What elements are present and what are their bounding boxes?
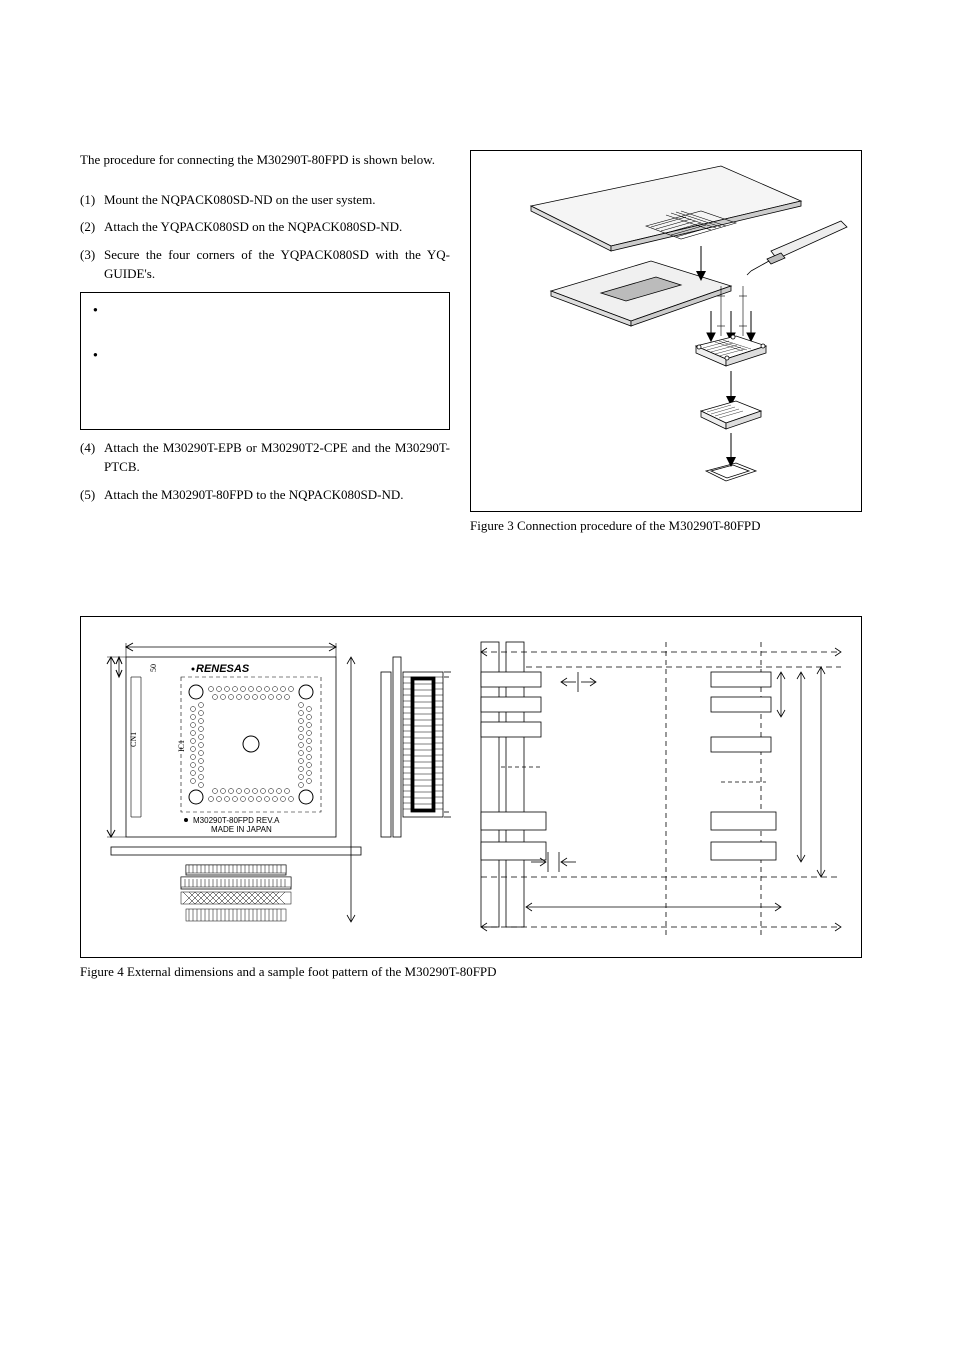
step-number: (2) [80, 217, 104, 237]
step-2: (2) Attach the YQPACK080SD on the NQPACK… [80, 217, 450, 237]
note-bullet-1: ● [93, 301, 437, 316]
step-1: (1) Mount the NQPACK080SD-ND on the user… [80, 190, 450, 210]
ic1-label: IC1 [177, 740, 186, 752]
figure-4-caption: Figure 4 External dimensions and a sampl… [80, 962, 874, 982]
step-text: Secure the four corners of the YQPACK080… [104, 245, 450, 284]
cn1-label: CN1 [129, 731, 138, 746]
step-text: Attach the YQPACK080SD on the NQPACK080S… [104, 217, 450, 237]
note-box: ● ● [80, 292, 450, 430]
brand-label: RENESAS [196, 663, 250, 675]
note-bullet-2: ● [93, 346, 437, 361]
step-number: (3) [80, 245, 104, 284]
figure-3-caption: Figure 3 Connection procedure of the M30… [470, 516, 860, 536]
figure-3-diagram [470, 150, 862, 512]
step-text: Attach the M30290T-EPB or M30290T2-CPE a… [104, 438, 450, 477]
step-number: (5) [80, 485, 104, 505]
step-5: (5) Attach the M30290T-80FPD to the NQPA… [80, 485, 450, 505]
step-text: Attach the M30290T-80FPD to the NQPACK08… [104, 485, 450, 505]
board-label-2: MADE IN JAPAN [211, 825, 272, 834]
step-number: (1) [80, 190, 104, 210]
intro-paragraph: The procedure for connecting the M30290T… [80, 150, 450, 170]
step-3: (3) Secure the four corners of the YQPAC… [80, 245, 450, 284]
step-4: (4) Attach the M30290T-EPB or M30290T2-C… [80, 438, 450, 477]
step-text: Mount the NQPACK080SD-ND on the user sys… [104, 190, 450, 210]
left-column: The procedure for connecting the M30290T… [80, 150, 450, 536]
bullet-icon: ● [93, 304, 98, 316]
bullet-icon: ● [93, 349, 98, 361]
step-number: (4) [80, 438, 104, 477]
figure-4-diagram: RENESAS CN1 IC1 50 [80, 616, 862, 958]
right-column: Figure 3 Connection procedure of the M30… [470, 150, 860, 536]
board-label-1: M30290T-80FPD REV.A [193, 816, 280, 825]
fifty-label: 50 [149, 664, 158, 672]
